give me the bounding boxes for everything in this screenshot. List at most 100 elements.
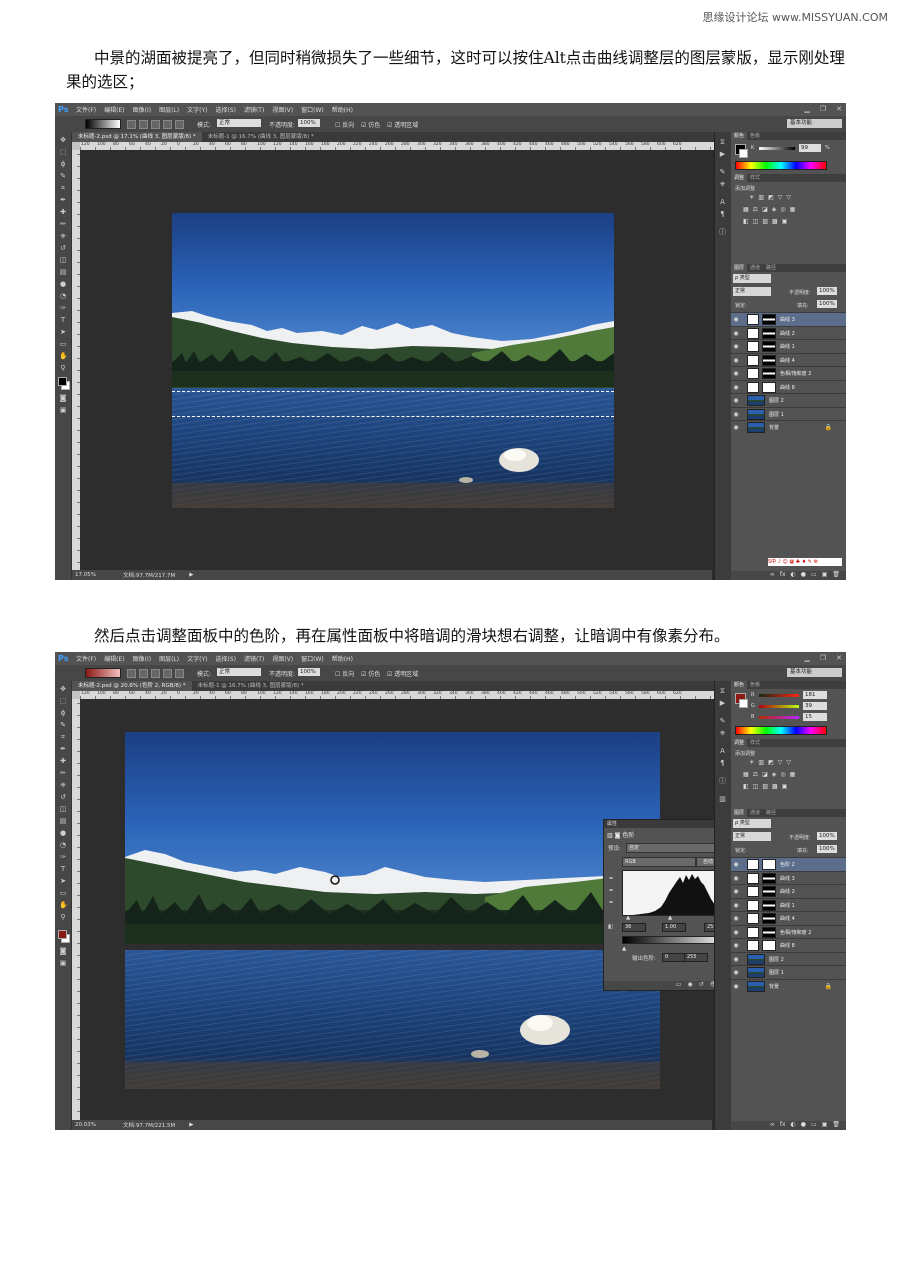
zoom-level[interactable]: 17.05% [75,572,105,578]
diamond-gradient-icon[interactable] [175,669,184,678]
link-layers-icon[interactable]: ∞ [770,571,775,580]
adjustment-thumbnail[interactable] [747,314,759,325]
dither-checkbox[interactable]: ☑ 仿色 [361,669,380,678]
layer-visibility-eye-icon[interactable]: ◉ [731,929,741,936]
menu-layer[interactable]: 图层(L) [159,105,179,114]
properties-panel-icon[interactable]: ▥ [718,795,727,804]
layer-visibility-eye-icon[interactable]: ◉ [731,915,741,922]
diamond-gradient-icon[interactable] [175,120,184,129]
new-layer-icon[interactable]: ▣ [822,571,828,580]
black-input-slider-icon[interactable]: ▲ [626,915,630,921]
screen-mode-icon[interactable]: ▣ [59,959,67,967]
layer-visibility-eye-icon[interactable]: ◉ [731,942,741,949]
restore-button[interactable]: ❐ [820,654,826,662]
layer-thumbnail[interactable] [747,395,765,406]
layer-mask-thumbnail[interactable] [762,872,776,884]
fill-input[interactable]: 100% [817,845,837,853]
dodge-tool-icon[interactable]: ◔ [59,292,67,300]
reset-icon[interactable]: ↺ [699,981,704,990]
dodge-tool-icon[interactable]: ◔ [59,841,67,849]
tab-document-2[interactable]: 未标题-2.psd @ 20.6% (色阶 2, RGB/8) * [72,681,192,691]
menu-filter[interactable]: 滤镜(T) [244,105,264,114]
eyedropper-tool-icon[interactable]: ✒ [59,196,67,204]
layer-mask-thumbnail[interactable] [762,940,776,951]
path-select-tool-icon[interactable]: ➤ [59,877,67,885]
layer-style-icon[interactable]: fx [780,571,786,580]
threshold-icon[interactable]: ▨ [762,218,768,225]
canvas-area[interactable] [80,150,714,570]
output-black-slider-icon[interactable]: ▲ [622,946,626,952]
minimize-button[interactable]: ▁ [804,105,809,113]
tab-adjustments[interactable]: 调整 [731,739,748,747]
adjustment-thumbnail[interactable] [747,940,759,951]
ruler-origin[interactable] [72,691,80,699]
layer-visibility-eye-icon[interactable]: ◉ [731,397,741,404]
layer-row[interactable]: ◉ 曲线 2 [731,884,846,898]
posterize-icon[interactable]: ◫ [753,218,759,225]
history-brush-tool-icon[interactable]: ↺ [59,244,67,252]
tab-document-1[interactable]: 未标题-1 @ 16.7% (曲线 3, 图层蒙版/8) * [202,132,320,142]
layer-visibility-eye-icon[interactable]: ◉ [731,888,741,895]
gradient-tool-icon[interactable]: ▤ [59,268,67,276]
hand-tool-icon[interactable]: ✋ [59,352,68,360]
path-select-tool-icon[interactable]: ➤ [59,328,67,336]
tab-layers[interactable]: 图层 [731,809,748,817]
menu-filter[interactable]: 滤镜(T) [244,654,264,663]
status-menu-arrow-icon[interactable]: ▶ [189,1122,193,1128]
menu-image[interactable]: 图像(I) [133,105,151,114]
tab-swatches[interactable]: 色板 [747,132,763,140]
k-slider[interactable] [759,147,795,150]
layer-thumbnail[interactable] [747,967,765,978]
reverse-checkbox[interactable]: ☐ 反向 [335,120,354,129]
g-value-input[interactable]: 39 [803,702,827,710]
white-point-eyedropper-icon[interactable]: ✒ [609,900,614,906]
adjustment-thumbnail[interactable] [747,872,759,884]
gradient-map-icon[interactable]: ▩ [772,783,778,790]
eraser-tool-icon[interactable]: ◫ [59,256,67,264]
menu-select[interactable]: 选择(S) [215,654,236,663]
brightness-contrast-icon[interactable]: ☀ [749,194,754,201]
eyedropper-tool-icon[interactable]: ✒ [59,745,67,753]
photo-filter-icon[interactable]: ◈ [772,771,777,778]
levels-icon[interactable]: ▥ [758,759,764,766]
preset-select[interactable]: 自定 [626,843,724,853]
ime-toolbar[interactable]: S中 ♪ ☺ ▦ ♣ ♦ ✎ ⚙ [768,558,842,566]
workspace-select[interactable]: 基本功能 [787,119,842,128]
pen-tool-icon[interactable]: ✑ [59,304,67,312]
reflected-gradient-icon[interactable] [163,120,172,129]
blur-tool-icon[interactable]: ● [59,280,67,288]
transparency-checkbox[interactable]: ☑ 透明区域 [387,669,418,678]
menu-view[interactable]: 视图(V) [272,654,293,663]
layer-row[interactable]: ◉ 色阶 2 [731,857,846,871]
brightness-contrast-icon[interactable]: ☀ [749,759,754,766]
quick-select-tool-icon[interactable]: ✎ [59,172,67,180]
marquee-tool-icon[interactable]: ⬚ [59,697,67,705]
menu-layer[interactable]: 图层(L) [159,654,179,663]
exposure-icon[interactable]: ▽ [778,759,783,766]
transparency-checkbox[interactable]: ☑ 透明区域 [387,120,418,129]
layer-row[interactable]: ◉ 曲线 8 [731,938,846,952]
color-bg-swatch[interactable] [739,149,748,158]
color-bg-swatch[interactable] [739,699,748,708]
layer-visibility-eye-icon[interactable]: ◉ [731,343,741,350]
tab-styles[interactable]: 样式 [747,174,763,182]
linear-gradient-icon[interactable] [127,120,136,129]
mode-select[interactable]: 正常 [217,119,261,127]
color-lookup-icon[interactable]: ▦ [790,206,796,213]
layer-thumbnail[interactable] [747,953,765,965]
layer-mask-thumbnail[interactable] [762,381,776,393]
layer-row[interactable]: ◉ 图层 1 [731,965,846,979]
channel-mixer-icon[interactable]: ◎ [780,206,785,213]
tab-layers[interactable]: 图层 [731,264,748,272]
menu-file[interactable]: 文件(F) [76,105,96,114]
r-value-input[interactable]: 181 [803,691,827,699]
gradient-preview[interactable] [85,119,121,129]
quick-select-tool-icon[interactable]: ✎ [59,721,67,729]
vibrance-icon[interactable]: ▽ [786,194,791,201]
menu-window[interactable]: 窗口(W) [301,654,324,663]
linear-gradient-icon[interactable] [127,669,136,678]
menu-select[interactable]: 选择(S) [215,105,236,114]
lake-mountain-photo[interactable] [172,213,614,508]
reverse-checkbox[interactable]: ☐ 反向 [335,669,354,678]
gradient-preview[interactable] [85,668,121,678]
